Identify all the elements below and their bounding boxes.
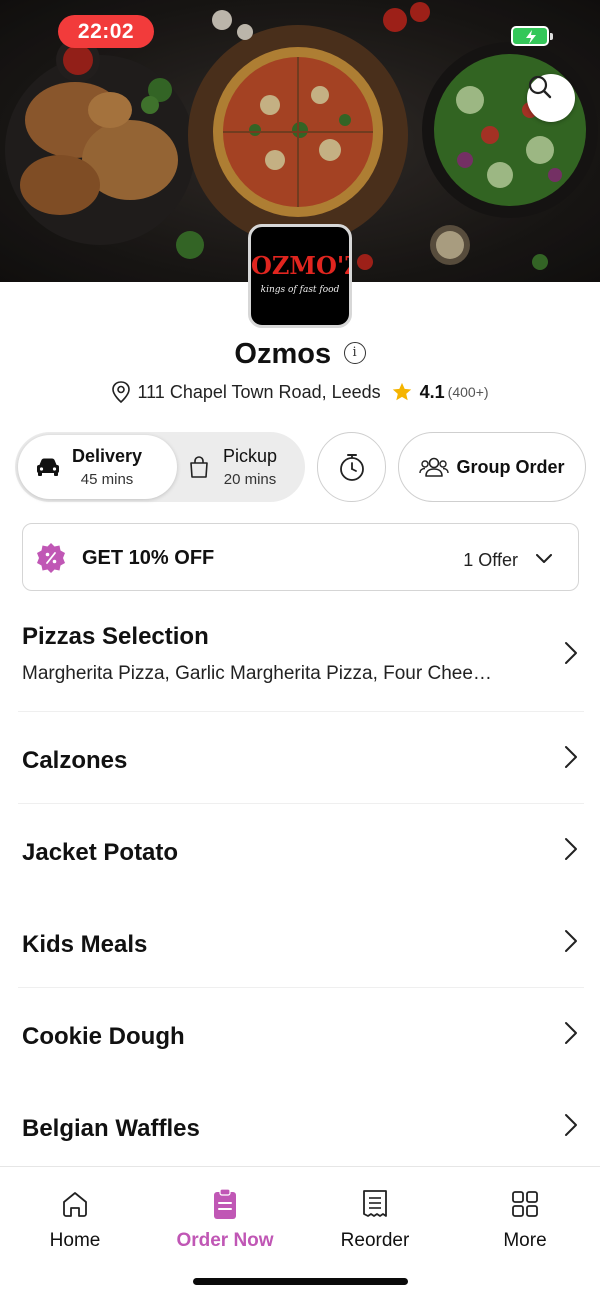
chevron-right-icon xyxy=(565,930,577,952)
category-name: Cookie Dough xyxy=(22,1023,185,1050)
order-icon xyxy=(150,1187,300,1221)
chevron-right-icon xyxy=(565,1022,577,1044)
receipt-icon xyxy=(300,1187,450,1221)
category-name: Pizzas Selection xyxy=(22,623,209,650)
category-row-belgian-waffles[interactable]: Belgian Waffles xyxy=(18,1080,584,1166)
logo-text: OZMO'Z xyxy=(251,251,352,280)
nav-home-label: Home xyxy=(49,1230,101,1251)
category-name: Belgian Waffles xyxy=(22,1115,200,1142)
chevron-right-icon xyxy=(565,642,577,664)
pickup-time: 20 mins xyxy=(223,471,277,488)
offer-count: 1 Offer xyxy=(463,550,518,570)
search-button[interactable] xyxy=(527,74,575,122)
chevron-right-icon xyxy=(565,1114,577,1136)
category-row-cookie-dough[interactable]: Cookie Dough xyxy=(18,988,584,1080)
rating-count: (400+) xyxy=(447,384,489,400)
restaurant-name: Ozmos xyxy=(234,338,332,370)
timer-icon xyxy=(339,454,364,481)
nav-more[interactable]: More xyxy=(450,1187,600,1252)
category-items: Margherita Pizza, Garlic Margherita Pizz… xyxy=(22,663,492,684)
group-icon xyxy=(419,457,450,477)
nav-order-now[interactable]: Order Now xyxy=(150,1187,300,1252)
offer-banner[interactable]: GET 10% OFF 1 Offer xyxy=(22,523,579,591)
logo-tagline: kings of fast food xyxy=(260,285,340,295)
category-name: Kids Meals xyxy=(22,931,148,958)
search-icon xyxy=(528,75,552,99)
chevron-right-icon xyxy=(565,746,577,768)
category-row-calzones[interactable]: Calzones xyxy=(18,712,584,804)
car-icon xyxy=(34,453,62,481)
info-icon[interactable]: i xyxy=(343,341,366,364)
chevron-right-icon xyxy=(565,838,577,860)
group-order-button[interactable]: Group Order xyxy=(398,432,586,502)
category-name: Jacket Potato xyxy=(22,839,179,866)
pickup-option[interactable]: Pickup 20 mins xyxy=(183,435,303,499)
nav-reorder-label: Reorder xyxy=(340,1230,410,1251)
group-order-label: Group Order xyxy=(456,456,565,477)
schedule-button[interactable] xyxy=(317,432,386,502)
category-row-kids-meals[interactable]: Kids Meals xyxy=(18,896,584,988)
offer-title: GET 10% OFF xyxy=(82,547,215,569)
nav-more-label: More xyxy=(503,1230,547,1251)
nav-home[interactable]: Home xyxy=(0,1187,150,1252)
nav-order-now-label: Order Now xyxy=(176,1230,274,1251)
delivery-time: 45 mins xyxy=(80,471,134,488)
pickup-label: Pickup xyxy=(223,446,278,466)
home-indicator xyxy=(193,1278,408,1285)
location-pin-icon xyxy=(112,381,131,404)
category-name: Calzones xyxy=(22,747,128,774)
category-row-pizzas-selection[interactable]: Pizzas Selection Margherita Pizza, Garli… xyxy=(18,603,584,712)
status-time: 22:02 xyxy=(58,15,154,48)
star-icon xyxy=(392,382,411,401)
delivery-mode-toggle: Delivery 45 mins Pickup 20 mins xyxy=(15,432,305,502)
restaurant-logo: OZMO'Z kings of fast food xyxy=(248,224,352,328)
home-icon xyxy=(0,1187,150,1221)
nav-reorder[interactable]: Reorder xyxy=(300,1187,450,1252)
shopping-bag-icon xyxy=(185,453,213,481)
chevron-down-icon xyxy=(536,554,552,563)
rating-value: 4.1 xyxy=(419,381,445,402)
delivery-option[interactable]: Delivery 45 mins xyxy=(18,435,177,499)
address-row: 111 Chapel Town Road, Leeds 4.1 (400+) xyxy=(0,380,600,404)
battery-icon xyxy=(511,26,553,46)
delivery-label: Delivery xyxy=(72,446,143,466)
grid-icon xyxy=(450,1187,600,1221)
restaurant-title: Ozmos i xyxy=(0,338,600,371)
discount-badge-icon xyxy=(37,543,65,573)
category-row-jacket-potato[interactable]: Jacket Potato xyxy=(18,804,584,896)
restaurant-address: 111 Chapel Town Road, Leeds xyxy=(137,381,381,402)
